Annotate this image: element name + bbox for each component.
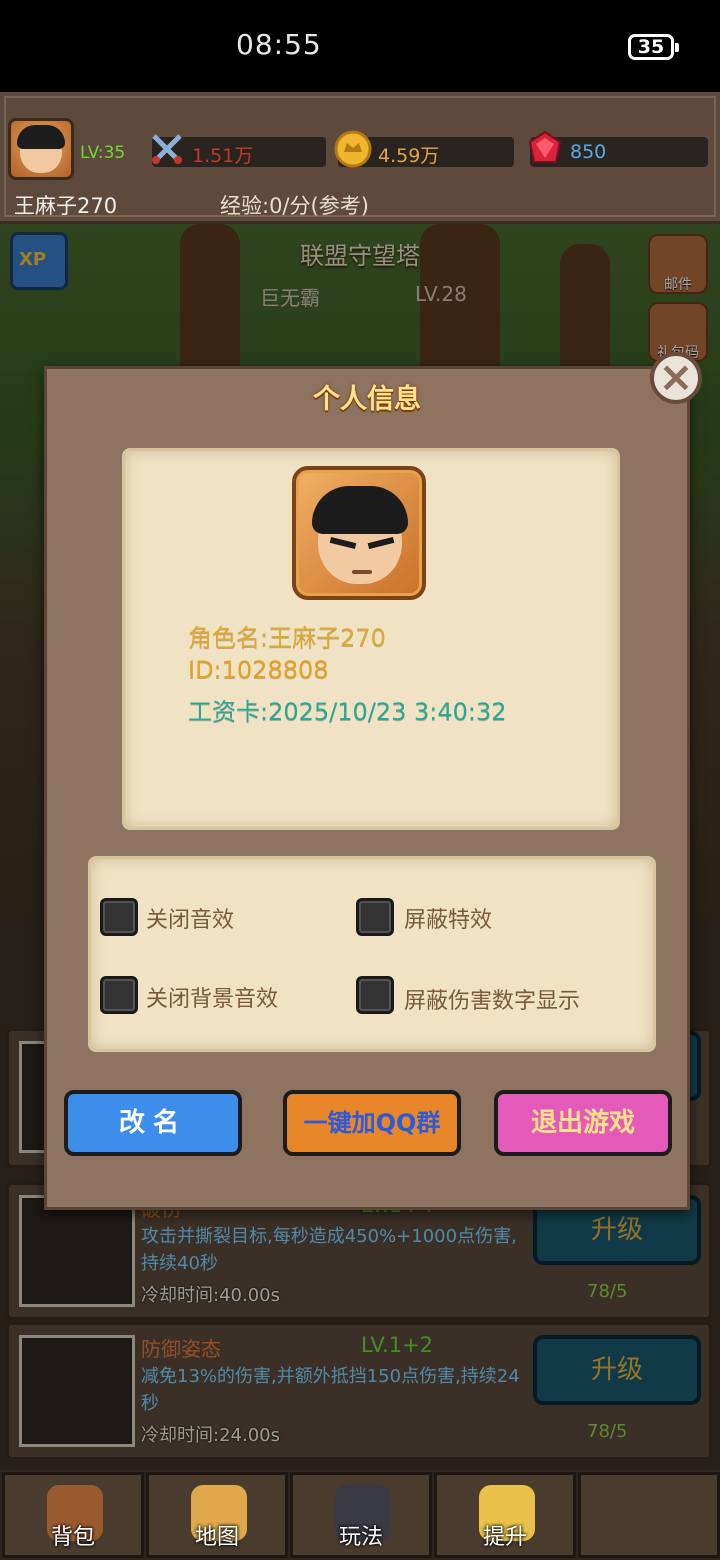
attack-power: 1.51万: [152, 134, 326, 167]
avatar-hair: [17, 125, 65, 149]
red-gem-icon: [528, 130, 562, 163]
gem-value: 850: [570, 141, 607, 163]
profile-avatar[interactable]: [292, 466, 426, 600]
mute-sfx-label: 关闭音效: [146, 908, 235, 933]
exit-game-button[interactable]: 退出游戏: [494, 1090, 672, 1156]
gem-amount: 850: [528, 130, 708, 167]
nav-gameplay[interactable]: 玩法: [290, 1472, 432, 1558]
hide-effects-checkbox[interactable]: [356, 898, 394, 936]
nav-backpack[interactable]: 背包: [2, 1472, 144, 1558]
exp-rate: 经验:0/分(参考): [220, 194, 369, 218]
battery-indicator: 35: [628, 34, 679, 60]
crossed-swords-icon: [152, 134, 182, 164]
gold-amount: 4.59万: [334, 130, 514, 168]
nav-label: 玩法: [338, 1525, 383, 1550]
dialog-title: 个人信息: [313, 384, 421, 415]
player-avatar[interactable]: [8, 118, 74, 180]
avatar-mouth: [352, 570, 372, 574]
rename-button[interactable]: 改名: [64, 1090, 242, 1156]
player-name: 王麻子270: [14, 194, 118, 218]
mute-bgm-label: 关闭背景音效: [146, 987, 279, 1012]
avatar-hair: [312, 486, 408, 534]
close-icon[interactable]: ×: [650, 352, 702, 404]
nav-empty-slot[interactable]: [578, 1472, 720, 1558]
player-level: LV:35: [80, 143, 126, 163]
mute-sfx-checkbox[interactable]: [100, 898, 138, 936]
salary-card: 工资卡:2025/10/23 3:40:32: [188, 698, 507, 726]
role-name: 角色名:王麻子270: [188, 624, 386, 652]
status-bar: 08:55 35: [0, 0, 720, 92]
nav-label: 提升: [482, 1525, 527, 1550]
nav-upgrade[interactable]: 提升: [434, 1472, 576, 1558]
gold-coin-icon: [334, 130, 372, 168]
clock: 08:55: [236, 28, 322, 61]
bottom-nav: 背包 地图 玩法 提升: [0, 1470, 720, 1560]
attack-value: 1.51万: [192, 145, 254, 167]
settings-panel: [88, 856, 656, 1052]
hide-damage-numbers-label: 屏蔽伤害数字显示: [404, 989, 581, 1014]
nav-map[interactable]: 地图: [146, 1472, 288, 1558]
hide-damage-numbers-checkbox[interactable]: [356, 976, 394, 1014]
nav-label: 地图: [194, 1525, 239, 1550]
join-qq-group-button[interactable]: 一键加QQ群: [283, 1090, 461, 1156]
gold-value: 4.59万: [378, 145, 440, 167]
mute-bgm-checkbox[interactable]: [100, 976, 138, 1014]
hide-effects-label: 屏蔽特效: [404, 908, 493, 933]
nav-label: 背包: [50, 1525, 95, 1550]
player-id: ID:1028808: [188, 656, 329, 684]
